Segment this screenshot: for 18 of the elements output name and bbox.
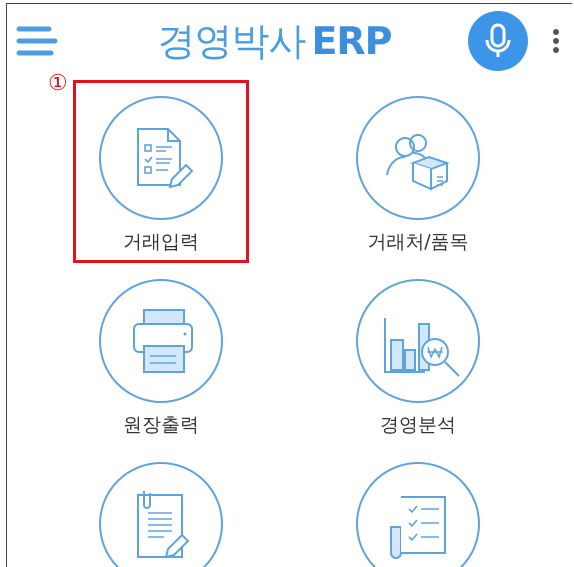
people-box-icon[interactable] xyxy=(355,95,481,221)
menu-label: 원장출력 xyxy=(123,413,199,438)
menu-button[interactable] xyxy=(15,25,59,57)
menu-label: 거래입력 xyxy=(123,230,199,255)
more-icon xyxy=(552,28,560,54)
chart-magnifier-icon[interactable] xyxy=(355,278,481,404)
step-number: ① xyxy=(48,73,68,95)
checklist-icon[interactable] xyxy=(355,461,481,567)
document-pencil-icon[interactable] xyxy=(98,95,224,221)
menu-label: 경영분석 xyxy=(380,413,456,438)
menu-label: 거래처/품목 xyxy=(367,230,469,255)
printer-icon[interactable] xyxy=(98,278,224,404)
clipped-document-pencil-icon[interactable] xyxy=(98,461,224,567)
menu-icon xyxy=(15,25,59,57)
microphone-icon xyxy=(485,23,511,59)
app-title: 경영박사 xyxy=(157,19,306,63)
more-button[interactable] xyxy=(552,28,560,54)
app-title-suffix: ERP xyxy=(311,19,392,63)
